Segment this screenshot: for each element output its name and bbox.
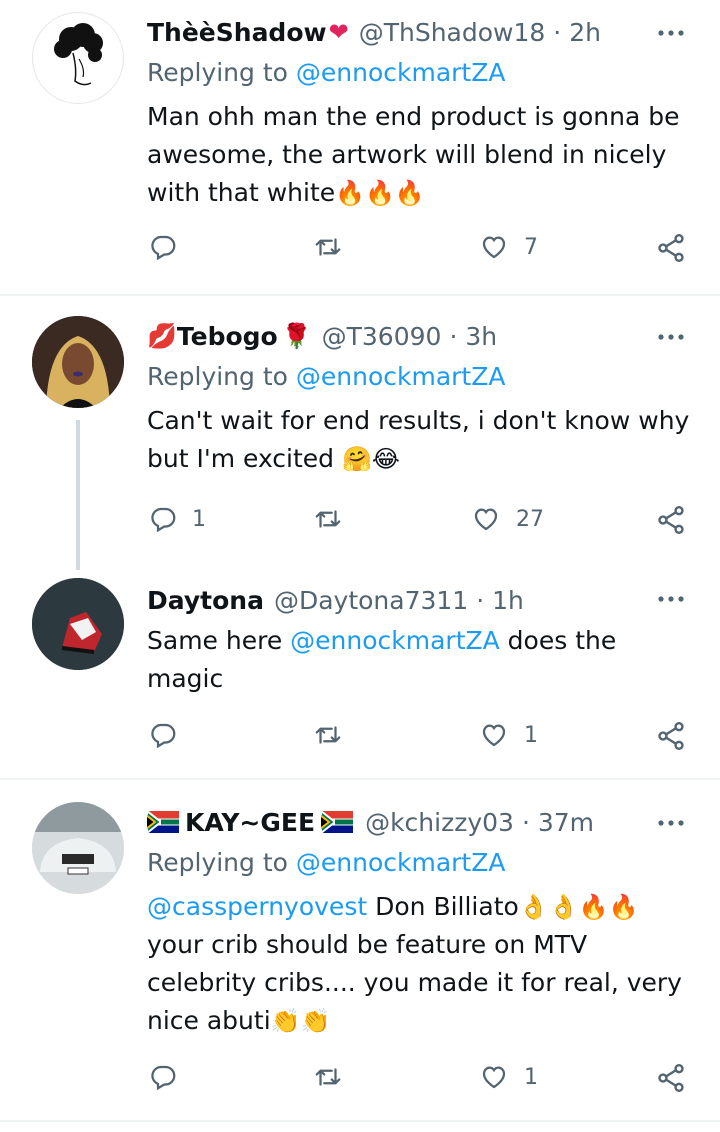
tweet-daytona[interactable]: Daytona @Daytona7311 · 1h Same here @enn…	[0, 572, 720, 778]
retweet-icon	[312, 504, 344, 534]
retweet-button[interactable]	[312, 504, 358, 534]
south-africa-flag-icon	[321, 811, 353, 833]
tweet-text-content: Don Billiato	[367, 892, 519, 921]
tweet-text-content: your crib should be feature on MTV celeb…	[147, 930, 682, 1035]
mention-link[interactable]: @casspernyovest	[147, 892, 367, 921]
timestamp[interactable]: · 37m	[522, 808, 594, 837]
replying-to-label: Replying to	[147, 362, 296, 391]
tweet-text: @casspernyovest Don Billiato👌👌🔥🔥 your cr…	[147, 888, 687, 1040]
retweet-button[interactable]	[312, 720, 358, 750]
more-options-icon[interactable]	[656, 818, 686, 828]
like-count: 1	[524, 722, 538, 748]
clapping-emoji: 👏👏	[270, 1007, 331, 1035]
kiss-emoji: 💋	[147, 322, 177, 350]
ok-hand-emoji: 👌👌🔥🔥	[518, 893, 639, 921]
reply-button[interactable]	[148, 720, 192, 750]
like-count: 7	[524, 234, 538, 260]
share-icon	[655, 232, 687, 264]
timestamp[interactable]: · 2h	[553, 18, 601, 47]
share-button[interactable]	[655, 232, 687, 264]
retweet-button[interactable]	[312, 232, 358, 262]
retweet-icon	[312, 720, 344, 750]
avatar-photo	[32, 316, 124, 408]
handle[interactable]: @ThShadow18	[359, 18, 546, 47]
avatar-photo	[32, 802, 124, 894]
heart-icon	[478, 232, 510, 262]
like-count: 27	[516, 506, 544, 532]
replying-to: Replying to @ennockmartZA	[147, 362, 505, 391]
like-button[interactable]: 1	[478, 1062, 538, 1092]
like-button[interactable]: 7	[478, 232, 538, 262]
replying-to-mention[interactable]: @ennockmartZA	[296, 58, 506, 87]
display-name[interactable]: Daytona	[147, 586, 264, 615]
tweet-text-content: Can't wait for end results, i don't know…	[147, 406, 690, 473]
reply-button[interactable]: 1	[148, 504, 206, 534]
heart-icon	[470, 504, 502, 534]
reply-icon	[148, 1062, 178, 1092]
divider	[0, 1120, 720, 1122]
avatar-illustration	[54, 23, 103, 86]
reply-icon	[148, 232, 178, 262]
share-icon	[655, 720, 687, 752]
display-name[interactable]: Tebogo	[177, 322, 278, 351]
replying-to-mention[interactable]: @ennockmartZA	[296, 848, 506, 877]
mention-link[interactable]: @ennockmartZA	[290, 626, 500, 655]
tweet-text-content: Same here	[147, 626, 291, 655]
hugging-emoji: 🤗😂	[342, 445, 400, 473]
tweet-kaygee[interactable]: KAY~GEE @kchizzy03 · 37m Replying to @en…	[0, 780, 720, 1120]
reply-button[interactable]	[148, 232, 192, 262]
thread-connector	[76, 420, 80, 570]
handle[interactable]: @kchizzy03	[365, 808, 514, 837]
handle[interactable]: @T36090	[322, 322, 442, 351]
like-button[interactable]: 27	[470, 504, 544, 534]
replying-to: Replying to @ennockmartZA	[147, 848, 505, 877]
replying-to-label: Replying to	[147, 58, 296, 87]
heart-emoji: ❤	[328, 18, 349, 46]
timestamp[interactable]: · 1h	[476, 586, 524, 615]
share-button[interactable]	[655, 504, 687, 536]
avatar-photo	[32, 578, 124, 670]
share-icon	[655, 1062, 687, 1094]
handle[interactable]: @Daytona7311	[274, 586, 468, 615]
more-options-icon[interactable]	[656, 28, 686, 38]
like-button[interactable]: 1	[478, 720, 538, 750]
reply-icon	[148, 504, 178, 534]
avatar[interactable]	[32, 12, 124, 104]
share-button[interactable]	[655, 1062, 687, 1094]
share-icon	[655, 504, 687, 536]
tweet-tebogo[interactable]: 💋 Tebogo 🌹 @T36090 · 3h Replying to @enn…	[0, 296, 720, 572]
avatar[interactable]	[32, 802, 124, 894]
retweet-button[interactable]	[312, 1062, 358, 1092]
avatar[interactable]	[32, 578, 124, 670]
tweet-text: Same here @ennockmartZA does the magic	[147, 622, 692, 698]
tweet-thshadow[interactable]: ThèèShadow ❤ @ThShadow18 · 2h Replying t…	[0, 0, 720, 294]
timestamp[interactable]: · 3h	[449, 322, 497, 351]
replying-to-mention[interactable]: @ennockmartZA	[296, 362, 506, 391]
reply-count: 1	[192, 506, 206, 532]
reply-icon	[148, 720, 178, 750]
heart-icon	[478, 720, 510, 750]
rose-emoji: 🌹	[281, 322, 312, 350]
replying-to: Replying to @ennockmartZA	[147, 58, 505, 87]
fire-emoji: 🔥🔥🔥	[335, 179, 425, 207]
tweet-text: Man ohh man the end product is gonna be …	[147, 98, 692, 212]
replying-to-label: Replying to	[147, 848, 296, 877]
retweet-icon	[312, 1062, 344, 1092]
avatar[interactable]	[32, 316, 124, 408]
tweet-text: Can't wait for end results, i don't know…	[147, 402, 692, 478]
south-africa-flag-icon	[147, 811, 179, 833]
display-name[interactable]: KAY~GEE	[185, 808, 315, 837]
retweet-icon	[312, 232, 344, 262]
like-count: 1	[524, 1064, 538, 1090]
reply-button[interactable]	[148, 1062, 192, 1092]
more-options-icon[interactable]	[656, 594, 686, 604]
heart-icon	[478, 1062, 510, 1092]
share-button[interactable]	[655, 720, 687, 752]
more-options-icon[interactable]	[656, 332, 686, 342]
display-name[interactable]: ThèèShadow	[147, 18, 327, 47]
